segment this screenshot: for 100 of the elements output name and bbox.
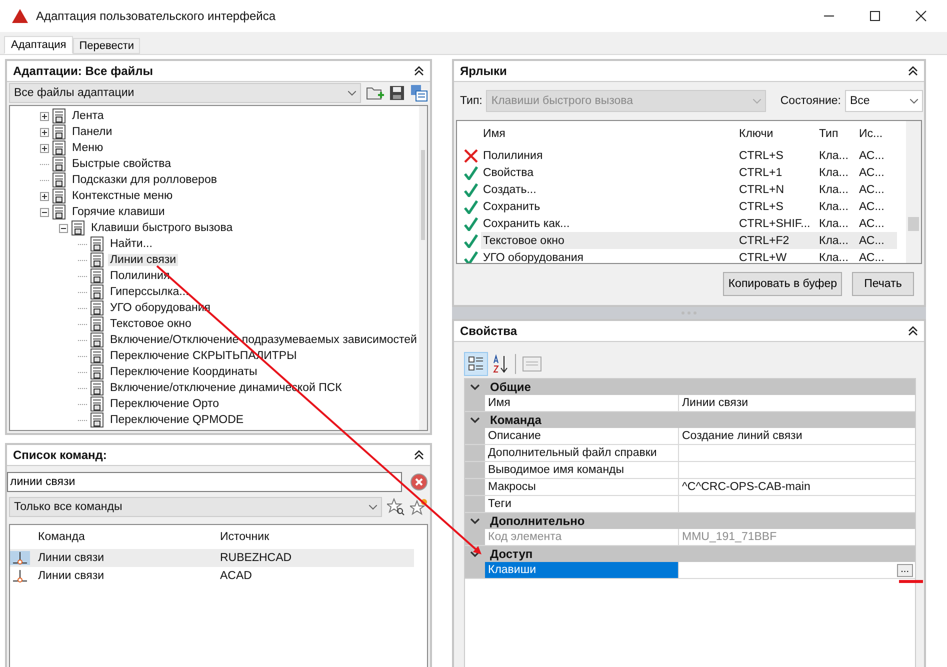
shortcut-row[interactable]: Сохранить как... CTRL+SHIF... Кла... АС... xyxy=(481,215,897,232)
tree-item[interactable]: Линии связи xyxy=(108,254,178,266)
filter-select[interactable]: Только все команды xyxy=(9,497,382,517)
expander-icon[interactable] xyxy=(40,128,49,136)
file-select[interactable]: Все файлы адаптации xyxy=(9,83,361,103)
tree-item[interactable]: Текстовое окно xyxy=(108,318,194,330)
search-field[interactable]: линии связи xyxy=(7,472,402,492)
node-icon xyxy=(70,220,86,236)
shortcut-row[interactable]: Свойства CTRL+1 Кла... АС... xyxy=(481,164,897,181)
collapse-icon[interactable] xyxy=(414,450,424,460)
tree-item[interactable]: Быстрые свойства xyxy=(70,158,174,170)
state-select[interactable]: Все xyxy=(844,90,923,112)
maximize-icon[interactable] xyxy=(869,10,881,22)
shortcut-row[interactable]: Полилиния CTRL+S Кла... АС... xyxy=(481,147,897,164)
tree-item[interactable]: Гиперссылка... xyxy=(108,286,191,298)
tree-item[interactable]: Переключение QPMODE xyxy=(108,414,246,426)
tree-item[interactable]: Клавиши быстрого вызова xyxy=(89,222,235,234)
tree-item[interactable]: Найти... xyxy=(108,238,154,250)
property-name[interactable]: Дополнительный файл справки xyxy=(485,445,679,461)
clear-icon[interactable] xyxy=(410,473,428,491)
column-header[interactable]: Ис... xyxy=(859,128,897,140)
tree-item[interactable]: Контекстные меню xyxy=(70,190,175,202)
command-name: Линии связи xyxy=(38,552,106,564)
chevron-icon[interactable] xyxy=(470,550,480,558)
shortcut-keys: CTRL+1 xyxy=(739,166,819,178)
column-header[interactable]: Ключи xyxy=(739,128,819,140)
column-header[interactable]: Имя xyxy=(481,128,739,140)
tree-item[interactable]: Переключение Орто xyxy=(108,398,222,410)
shortcut-row[interactable]: Сохранить CTRL+S Кла... АС... xyxy=(481,198,897,215)
chevron-icon[interactable] xyxy=(470,416,480,424)
tree-item[interactable]: Переключение Координаты xyxy=(108,366,260,378)
tree-item[interactable]: Подсказки для ролловеров xyxy=(70,174,219,186)
scrollbar[interactable] xyxy=(418,106,427,430)
save-icon[interactable] xyxy=(389,85,405,101)
column-header[interactable]: Источник xyxy=(220,531,270,543)
tree-item[interactable]: Панели xyxy=(70,126,114,138)
shortcut-name: Полилиния xyxy=(482,150,544,162)
tree-item[interactable]: Горячие клавиши xyxy=(70,206,167,218)
expander-icon[interactable] xyxy=(59,224,68,232)
star-search-icon[interactable] xyxy=(387,498,405,516)
tree-item[interactable]: Меню xyxy=(70,142,106,154)
shortcut-keys: CTRL+F2 xyxy=(739,234,819,246)
shortcut-source: АС... xyxy=(859,150,886,162)
command-name: Линии связи xyxy=(38,570,106,582)
tree-item[interactable]: Лента xyxy=(70,110,106,122)
property-name[interactable]: Выводимое имя команды xyxy=(485,462,679,478)
panel-title: Список команд: xyxy=(13,448,107,462)
browse-button[interactable]: ... xyxy=(896,564,913,576)
tab[interactable]: Перевести xyxy=(73,38,140,54)
action-button[interactable]: Копировать в буфер xyxy=(723,272,842,296)
categorized-view-icon[interactable] xyxy=(464,352,488,376)
state-label: Состояние: xyxy=(780,95,841,107)
shortcut-keys: CTRL+W xyxy=(739,252,819,263)
tree-item[interactable]: Включение/Отключение подразумеваемых зависимостей xyxy=(108,334,419,346)
node-icon xyxy=(51,124,67,140)
property-value: MMU_191_71BBF xyxy=(682,531,777,543)
shortcut-row[interactable]: Текстовое окно CTRL+F2 Кла... АС... xyxy=(481,232,897,249)
panel-title: Ярлыки xyxy=(460,64,507,78)
collapse-icon[interactable] xyxy=(908,326,918,336)
collapse-icon[interactable] xyxy=(414,66,424,76)
node-icon xyxy=(89,316,105,332)
action-button[interactable]: Печать xyxy=(852,272,914,296)
shortcut-source: АС... xyxy=(859,218,886,230)
window-list-icon[interactable] xyxy=(410,84,428,102)
type-label: Тип: xyxy=(460,95,482,107)
expander-icon[interactable] xyxy=(40,208,49,216)
scrollbar[interactable] xyxy=(906,121,921,263)
shortcut-source: АС... xyxy=(859,252,886,263)
expander-icon[interactable] xyxy=(40,192,49,200)
command-row[interactable]: Линии связи RUBEZHCAD xyxy=(10,549,414,567)
expander-icon[interactable] xyxy=(40,144,49,152)
node-icon xyxy=(89,364,105,380)
property-name[interactable]: Макросы xyxy=(485,479,679,495)
command-source: ACAD xyxy=(220,570,252,582)
chevron-icon[interactable] xyxy=(470,383,480,391)
open-folder-icon[interactable] xyxy=(366,85,384,101)
shortcut-keys: CTRL+S xyxy=(739,150,819,162)
property-value: ^C^CRC-OPS-CAB-main xyxy=(682,481,810,493)
property-name[interactable]: Описание xyxy=(485,428,679,444)
shortcut-type: Кла... xyxy=(819,218,850,230)
property-name[interactable]: Клавиши xyxy=(485,562,679,578)
check-icon xyxy=(461,216,481,230)
star-new-icon[interactable] xyxy=(410,498,428,516)
check-icon xyxy=(461,250,481,263)
property-name[interactable]: Теги xyxy=(485,496,679,512)
shortcut-row[interactable]: УГО оборудования CTRL+W Кла... АС... xyxy=(481,249,897,263)
shortcut-row[interactable]: Создать... CTRL+N Кла... АС... xyxy=(481,181,897,198)
column-header[interactable]: Тип xyxy=(819,128,859,140)
chevron-icon[interactable] xyxy=(470,517,480,525)
collapse-icon[interactable] xyxy=(908,66,918,76)
expander-icon[interactable] xyxy=(40,112,49,120)
tree-item[interactable]: Полилиния xyxy=(108,270,172,282)
node-icon xyxy=(51,156,67,172)
command-row[interactable]: Линии связи ACAD xyxy=(10,567,427,585)
close-icon[interactable] xyxy=(915,10,927,22)
shortcut-type: Кла... xyxy=(819,252,850,263)
tab[interactable]: Адаптация xyxy=(4,36,74,54)
sort-az-icon[interactable] xyxy=(491,353,509,375)
property-name[interactable]: Имя xyxy=(485,395,679,411)
column-header[interactable]: Команда xyxy=(38,531,220,543)
